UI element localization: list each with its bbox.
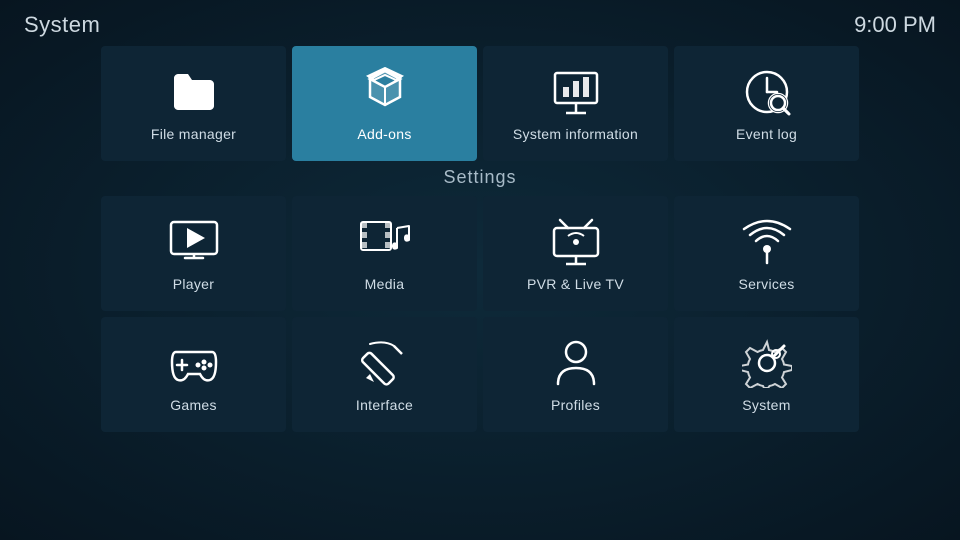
player-icon: [168, 216, 220, 268]
tile-event-log[interactable]: Event log: [674, 46, 859, 161]
player-label: Player: [173, 276, 214, 292]
settings-row-1: Player: [0, 196, 960, 311]
tile-games[interactable]: Games: [101, 317, 286, 432]
pvr-label: PVR & Live TV: [527, 276, 624, 292]
system-label: System: [742, 397, 790, 413]
app-container: System 9:00 PM File manager: [0, 0, 960, 540]
tile-media[interactable]: Media: [292, 196, 477, 311]
settings-title: Settings: [0, 167, 960, 188]
tile-system[interactable]: System: [674, 317, 859, 432]
settings-section: Settings Player: [0, 167, 960, 432]
clock: 9:00 PM: [854, 12, 936, 38]
file-manager-label: File manager: [151, 126, 236, 142]
folder-icon: [168, 66, 220, 118]
header: System 9:00 PM: [0, 0, 960, 46]
media-icon: [359, 216, 411, 268]
system-information-label: System information: [513, 126, 638, 142]
games-label: Games: [170, 397, 217, 413]
profiles-label: Profiles: [551, 397, 600, 413]
services-label: Services: [738, 276, 794, 292]
games-icon: [168, 337, 220, 389]
tile-file-manager[interactable]: File manager: [101, 46, 286, 161]
settings-row-2: Games Interface: [0, 317, 960, 432]
tile-add-ons[interactable]: Add-ons: [292, 46, 477, 161]
media-label: Media: [365, 276, 405, 292]
tile-profiles[interactable]: Profiles: [483, 317, 668, 432]
interface-label: Interface: [356, 397, 413, 413]
addons-icon: [359, 66, 411, 118]
interface-icon: [359, 337, 411, 389]
tile-pvr-live-tv[interactable]: PVR & Live TV: [483, 196, 668, 311]
profiles-icon: [550, 337, 602, 389]
top-row: File manager Add-ons: [0, 46, 960, 161]
sysinfo-icon: [550, 66, 602, 118]
tile-player[interactable]: Player: [101, 196, 286, 311]
tile-services[interactable]: Services: [674, 196, 859, 311]
app-title: System: [24, 12, 100, 38]
pvr-icon: [550, 216, 602, 268]
event-log-label: Event log: [736, 126, 797, 142]
system-icon: [741, 337, 793, 389]
eventlog-icon: [741, 66, 793, 118]
services-icon: [741, 216, 793, 268]
add-ons-label: Add-ons: [357, 126, 411, 142]
tile-system-information[interactable]: System information: [483, 46, 668, 161]
tile-interface[interactable]: Interface: [292, 317, 477, 432]
